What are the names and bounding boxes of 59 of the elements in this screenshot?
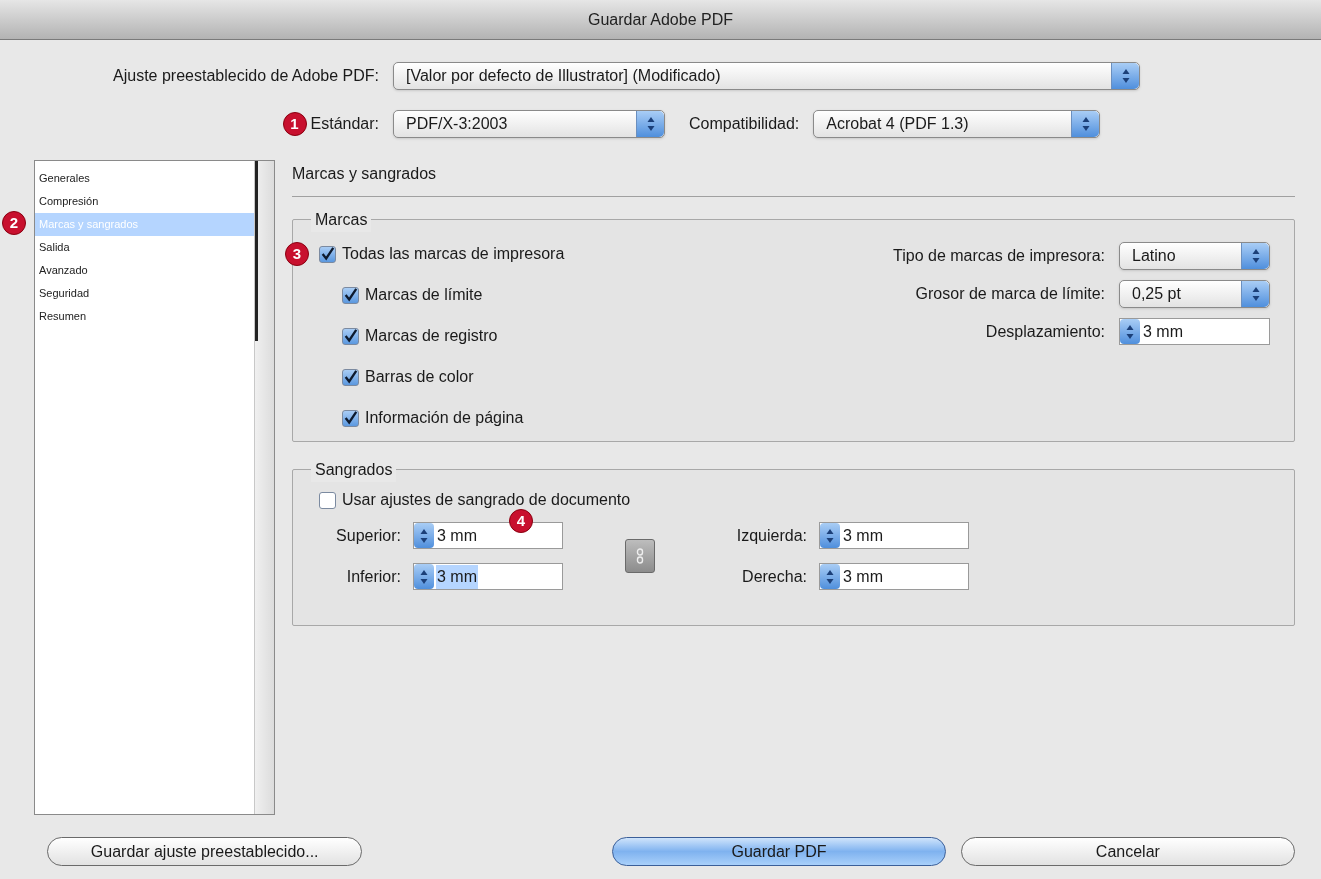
field-label: Izquierda: [736, 525, 807, 546]
updown-arrows-icon [414, 523, 434, 548]
checkbox[interactable] [319, 245, 336, 263]
dialog-button[interactable]: Guardar ajuste preestablecido... [47, 837, 363, 866]
dropdown[interactable]: PDF/X-3:2003 [393, 110, 665, 138]
callout-badge: 2 [2, 211, 26, 235]
list-item[interactable]: Salida [35, 236, 254, 259]
updown-arrows-icon [1120, 319, 1140, 344]
field-label: Compatibilidad: [689, 114, 800, 134]
callout-badge: 4 [509, 509, 533, 533]
updown-arrows-icon [820, 564, 840, 589]
list-item[interactable]: Resumen [35, 305, 254, 328]
checkbox-label: Marcas de registro [365, 326, 498, 346]
list-item[interactable]: Generales [35, 167, 254, 190]
field-label: Derecha: [742, 566, 807, 587]
section-title: Marcas y sangrados [292, 165, 437, 182]
list-item[interactable]: Avanzado [35, 259, 254, 282]
dropdown[interactable]: Latino [1119, 242, 1270, 270]
checkbox[interactable] [342, 409, 359, 427]
stepper-field[interactable]: 3 mm [819, 563, 969, 590]
field-label: Ajuste preestablecido de Adobe PDF: [113, 66, 379, 86]
dropdown[interactable]: [Valor por defecto de Illustrator] (Modificado) [393, 62, 1140, 90]
field-label: Estándar: [310, 114, 379, 134]
dropdown[interactable]: Acrobat 4 (PDF 1.3) [813, 110, 1101, 138]
checkbox[interactable] [342, 327, 359, 345]
stepper-field[interactable]: 3 mm [1119, 318, 1270, 345]
checkbox-label: Todas las marcas de impresora [342, 244, 565, 264]
checkbox-label: Información de página [365, 408, 524, 428]
checkbox-label: Marcas de límite [365, 285, 483, 305]
list-item[interactable]: Seguridad [35, 282, 254, 305]
field-label: Inferior: [346, 566, 401, 587]
checkbox-label: Barras de color [365, 367, 474, 387]
updown-arrows-icon [1111, 63, 1139, 89]
field-label: Grosor de marca de límite: [915, 284, 1105, 304]
field-label: Desplazamiento: [985, 321, 1105, 342]
list-item[interactable]: Compresión [35, 190, 254, 213]
updown-arrows-icon [414, 564, 434, 589]
link-button[interactable] [625, 539, 655, 573]
callout-badge: 1 [282, 112, 307, 136]
updown-arrows-icon [1241, 281, 1269, 307]
scrollbar[interactable] [254, 161, 274, 814]
callout-badge: 3 [285, 242, 309, 266]
stepper-field[interactable]: 3 mm [819, 522, 969, 549]
checkbox[interactable] [342, 368, 359, 386]
field-label: Tipo de marcas de impresora: [893, 246, 1105, 266]
updown-arrows-icon [1241, 243, 1269, 269]
checkbox[interactable] [342, 286, 359, 304]
checkbox[interactable] [319, 491, 336, 509]
dropdown[interactable]: 0,25 pt [1119, 280, 1270, 308]
updown-arrows-icon [636, 111, 664, 137]
checkbox-label: Usar ajustes de sangrado de documento [342, 490, 631, 510]
dialog-button[interactable]: Cancelar [960, 837, 1295, 866]
updown-arrows-icon [1071, 111, 1100, 137]
updown-arrows-icon [820, 523, 840, 548]
dialog-button[interactable]: Guardar PDF [612, 837, 946, 866]
field-label: Superior: [336, 525, 401, 546]
window-title: Guardar Adobe PDF [588, 9, 733, 30]
stepper-field[interactable]: 3 mm [413, 563, 563, 590]
chain-icon [636, 548, 644, 564]
